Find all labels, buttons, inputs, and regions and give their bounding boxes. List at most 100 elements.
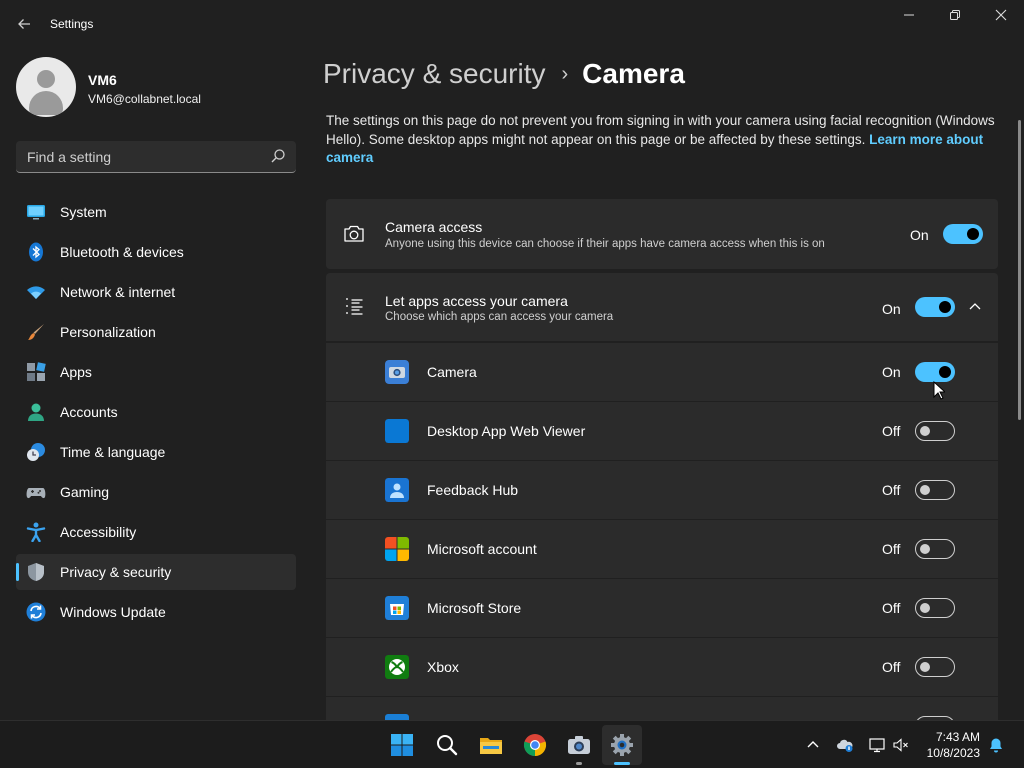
sidebar-item-system[interactable]: System (16, 194, 296, 230)
app-row-desktop-app-web-viewer: Desktop App Web Viewer Off (326, 402, 998, 460)
app-row-feedback-hub: Feedback Hub Off (326, 461, 998, 519)
app-name: Camera (427, 364, 477, 380)
camera-app-icon (385, 360, 409, 384)
accessibility-icon (26, 522, 46, 542)
bluetooth-icon (29, 242, 43, 262)
taskbar: 7:43 AM 10/8/2023 (0, 720, 1024, 768)
breadcrumb: Privacy & security › Camera (323, 58, 685, 90)
microsoft-store-toggle[interactable] (915, 598, 955, 618)
app-state: Off (882, 482, 901, 498)
camera-access-title: Camera access (385, 219, 483, 235)
accounts-icon (28, 403, 44, 421)
camera-running-indicator (576, 762, 582, 765)
web-viewer-toggle[interactable] (915, 421, 955, 441)
app-name: Microsoft Store (427, 600, 522, 616)
windows-start-icon[interactable] (390, 733, 414, 757)
camera-icon (344, 225, 364, 242)
sidebar-item-privacy-security[interactable]: Privacy & security (16, 554, 296, 590)
system-clock[interactable]: 7:43 AM 10/8/2023 (927, 729, 980, 761)
sidebar-item-accessibility[interactable]: Accessibility (16, 514, 296, 550)
minimize-icon (904, 14, 914, 16)
brush-icon (28, 324, 44, 340)
network-icon[interactable] (869, 737, 885, 753)
user-email: VM6@collabnet.local (88, 92, 201, 106)
breadcrumb-parent[interactable]: Privacy & security (323, 58, 546, 89)
app-name: Desktop App Web Viewer (427, 423, 586, 439)
restore-icon (950, 10, 960, 20)
search-icon[interactable] (435, 733, 459, 757)
breadcrumb-separator: › (561, 63, 569, 85)
app-name: Microsoft account (427, 541, 537, 557)
wifi-icon (27, 286, 45, 299)
back-button[interactable] (12, 12, 36, 36)
scrollbar[interactable] (1018, 120, 1021, 420)
close-button[interactable] (983, 8, 1019, 26)
feedback-hub-toggle[interactable] (915, 480, 955, 500)
list-icon (346, 298, 363, 315)
sidebar-item-personalization[interactable]: Personalization (16, 314, 296, 350)
sidebar-item-network-internet[interactable]: Network & internet (16, 274, 296, 310)
app-row-partial (326, 697, 998, 720)
app-state: On (882, 364, 901, 380)
time-language-icon (27, 443, 45, 461)
avatar (16, 57, 76, 117)
app-row-xbox: Xbox Off (326, 638, 998, 696)
clock-date: 10/8/2023 (926, 746, 980, 760)
sidebar-item-gaming[interactable]: Gaming (16, 474, 296, 510)
maximize-button[interactable] (937, 8, 973, 26)
search-icon (271, 149, 285, 163)
microsoft-account-toggle[interactable] (915, 539, 955, 559)
app-row-camera: Camera On (326, 343, 998, 401)
web-viewer-icon (385, 419, 409, 443)
store-icon (385, 596, 409, 620)
mouse-cursor-icon (933, 381, 945, 400)
apps-access-state: On (882, 301, 901, 317)
app-row-microsoft-store: Microsoft Store Off (326, 579, 998, 637)
settings-gear-icon[interactable] (610, 733, 634, 757)
search-placeholder: Find a setting (27, 149, 112, 165)
camera-access-state: On (910, 227, 929, 243)
app-row-microsoft-account: Microsoft account Off (326, 520, 998, 578)
search-input[interactable]: Find a setting (16, 141, 296, 173)
camera-access-card: Camera access Anyone using this device c… (326, 199, 998, 269)
title-bar: Settings (0, 0, 1024, 48)
update-icon (26, 602, 46, 622)
app-name: Feedback Hub (427, 482, 519, 498)
sidebar-item-time-language[interactable]: Time & language (16, 434, 296, 470)
camera-taskbar-icon[interactable] (567, 733, 591, 757)
apps-access-subtitle: Choose which apps can access your camera (385, 311, 614, 323)
close-icon (995, 9, 1007, 21)
minimize-button[interactable] (891, 8, 927, 26)
sidebar-item-bluetooth-devices[interactable]: Bluetooth & devices (16, 234, 296, 270)
file-explorer-icon[interactable] (479, 733, 503, 757)
notification-bell-icon[interactable] (988, 737, 1004, 753)
sidebar-item-windows-update[interactable]: Windows Update (16, 594, 296, 630)
app-state: Off (882, 541, 901, 557)
shield-icon (28, 563, 44, 581)
apps-access-toggle[interactable] (915, 297, 955, 317)
chevron-up-icon[interactable] (805, 737, 821, 753)
feedback-hub-icon (385, 478, 409, 502)
page-title: Camera (582, 58, 685, 89)
app-name: Xbox (427, 659, 459, 675)
onedrive-icon[interactable] (837, 737, 853, 753)
gamepad-icon (26, 488, 46, 499)
arrow-left-icon (18, 19, 30, 29)
sidebar-nav: System Bluetooth & devices Network & int… (16, 194, 296, 634)
volume-muted-icon[interactable] (893, 737, 909, 753)
app-state: Off (882, 600, 901, 616)
apps-icon (27, 362, 46, 381)
xbox-toggle[interactable] (915, 657, 955, 677)
sidebar-item-apps[interactable]: Apps (16, 354, 296, 390)
app-title: Settings (50, 17, 94, 31)
app-state: Off (882, 659, 901, 675)
microsoft-logo-icon (385, 537, 409, 561)
chevron-up-icon[interactable] (969, 302, 981, 310)
sidebar-item-accounts[interactable]: Accounts (16, 394, 296, 430)
user-name: VM6 (88, 72, 117, 88)
camera-app-toggle[interactable] (915, 362, 955, 382)
apps-access-card[interactable]: Let apps access your camera Choose which… (326, 273, 998, 341)
chrome-icon[interactable] (523, 733, 547, 757)
camera-access-toggle[interactable] (943, 224, 983, 244)
camera-access-subtitle: Anyone using this device can choose if t… (385, 238, 825, 250)
